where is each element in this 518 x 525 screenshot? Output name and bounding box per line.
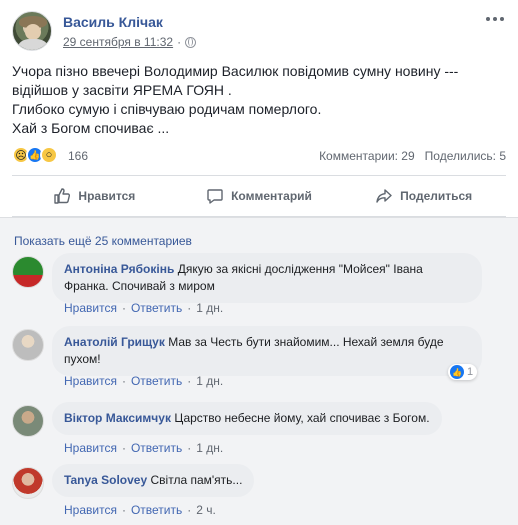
comment-author[interactable]: Антоніна Рябокінь xyxy=(64,262,174,276)
shares-count[interactable]: Поделились: 5 xyxy=(425,149,506,163)
post-text-line: Глибоко сумую і співчуваю родичам померл… xyxy=(12,101,322,117)
post-text-line: відійшов у засвіти ЯРЕМА ГОЯН . xyxy=(12,82,232,98)
globe-icon xyxy=(185,36,197,48)
separator: · xyxy=(121,374,126,388)
comment-text: Царство небесне йому, хай спочиває з Бог… xyxy=(174,411,430,425)
comment-like-link[interactable]: Нравится xyxy=(64,301,117,315)
comment-actions: Нравится · Ответить · 1 дн. xyxy=(64,301,223,315)
comment-actions: Нравится · Ответить · 1 дн. xyxy=(64,374,223,388)
share-icon xyxy=(376,189,392,203)
comment-item: Tanya Solovey Світла пам'ять... Нравится… xyxy=(12,464,506,520)
post-meta: 29 сентября в 11:32 · xyxy=(63,35,197,49)
comment-bubble: Віктор Максимчук Царство небесне йому, х… xyxy=(52,402,442,435)
comment-item: Антоніна Рябокінь Дякую за якісні дослід… xyxy=(12,253,506,323)
comment-author[interactable]: Віктор Максимчук xyxy=(64,411,171,425)
separator: · xyxy=(187,441,192,455)
comment-bubble: Анатолій Грищук Мав за Честь бути знайом… xyxy=(52,326,482,376)
like-button[interactable]: Нравится xyxy=(12,176,177,216)
share-button-label: Поделиться xyxy=(400,189,473,203)
comment-reply-link[interactable]: Ответить xyxy=(131,441,182,455)
meta-separator: · xyxy=(177,35,182,49)
post-text-line: Учора пізно ввечері Володимир Василюк по… xyxy=(12,63,459,79)
post-counts: Комментарии: 29 Поделились: 5 xyxy=(319,149,506,163)
comment-reactions-badge[interactable]: 👍 1 xyxy=(448,364,478,380)
avatar[interactable] xyxy=(12,256,44,288)
comments-section: Показать ещё 25 комментариев Антоніна Ря… xyxy=(0,217,518,525)
separator: · xyxy=(187,301,192,315)
comment-time[interactable]: 1 дн. xyxy=(196,301,223,315)
post-header: Василь Клічак 29 сентября в 11:32 · xyxy=(12,9,506,55)
separator: · xyxy=(187,374,192,388)
comment-text: Світла пам'ять... xyxy=(150,473,243,487)
comment-icon xyxy=(207,189,223,204)
comment-item: Віктор Максимчук Царство небесне йому, х… xyxy=(12,402,506,458)
separator: · xyxy=(121,441,126,455)
post-actions: Нравится Комментарий Поделиться xyxy=(12,176,506,216)
comment-like-link[interactable]: Нравится xyxy=(64,374,117,388)
comment-reply-link[interactable]: Ответить xyxy=(131,301,182,315)
thumbs-up-icon xyxy=(54,188,71,204)
comment-actions: Нравится · Ответить · 2 ч. xyxy=(64,503,216,517)
post-date[interactable]: 29 сентября в 11:32 xyxy=(63,35,173,49)
author-avatar[interactable] xyxy=(12,11,52,51)
comment-button-label: Комментарий xyxy=(231,189,312,203)
share-button[interactable]: Поделиться xyxy=(341,176,506,216)
show-more-comments-link[interactable]: Показать ещё 25 комментариев xyxy=(14,234,192,248)
comment-like-link[interactable]: Нравится xyxy=(64,503,117,517)
comment-actions: Нравится · Ответить · 1 дн. xyxy=(64,441,223,455)
comment-reply-link[interactable]: Ответить xyxy=(131,374,182,388)
post-text-line: Хай з Богом спочиває ... xyxy=(12,120,170,136)
post-body: Учора пізно ввечері Володимир Василюк по… xyxy=(12,62,502,138)
avatar[interactable] xyxy=(12,405,44,437)
reaction-icons[interactable]: ☹ 👍 ○ xyxy=(12,146,58,164)
comment-reply-link[interactable]: Ответить xyxy=(131,503,182,517)
comment-like-link[interactable]: Нравится xyxy=(64,441,117,455)
post-author-name[interactable]: Василь Клічак xyxy=(63,14,163,30)
separator: · xyxy=(187,503,192,517)
comment-author[interactable]: Анатолій Грищук xyxy=(64,335,165,349)
comment-time[interactable]: 1 дн. xyxy=(196,374,223,388)
comment-bubble: Tanya Solovey Світла пам'ять... xyxy=(52,464,255,497)
comment-time[interactable]: 2 ч. xyxy=(196,503,216,517)
more-options-icon[interactable] xyxy=(486,15,506,23)
comment-button[interactable]: Комментарий xyxy=(177,176,342,216)
comment-like-count: 1 xyxy=(467,366,474,378)
reaction-count[interactable]: 166 xyxy=(68,149,88,163)
like-button-label: Нравится xyxy=(78,189,136,203)
comment-bubble: Антоніна Рябокінь Дякую за якісні дослід… xyxy=(52,253,482,303)
comment-time[interactable]: 1 дн. xyxy=(196,441,223,455)
comment-item: Анатолій Грищук Мав за Честь бути знайом… xyxy=(12,326,506,396)
comment-author[interactable]: Tanya Solovey xyxy=(64,473,147,487)
avatar[interactable] xyxy=(12,467,44,499)
reactions-summary: ☹ 👍 ○ 166 Комментарии: 29 Поделились: 5 xyxy=(12,146,506,166)
avatar[interactable] xyxy=(12,329,44,361)
comments-count[interactable]: Комментарии: 29 xyxy=(319,149,415,163)
separator: · xyxy=(121,503,126,517)
separator: · xyxy=(121,301,126,315)
like-reaction-icon: 👍 xyxy=(450,365,464,379)
wow-reaction-icon: ○ xyxy=(40,146,58,164)
